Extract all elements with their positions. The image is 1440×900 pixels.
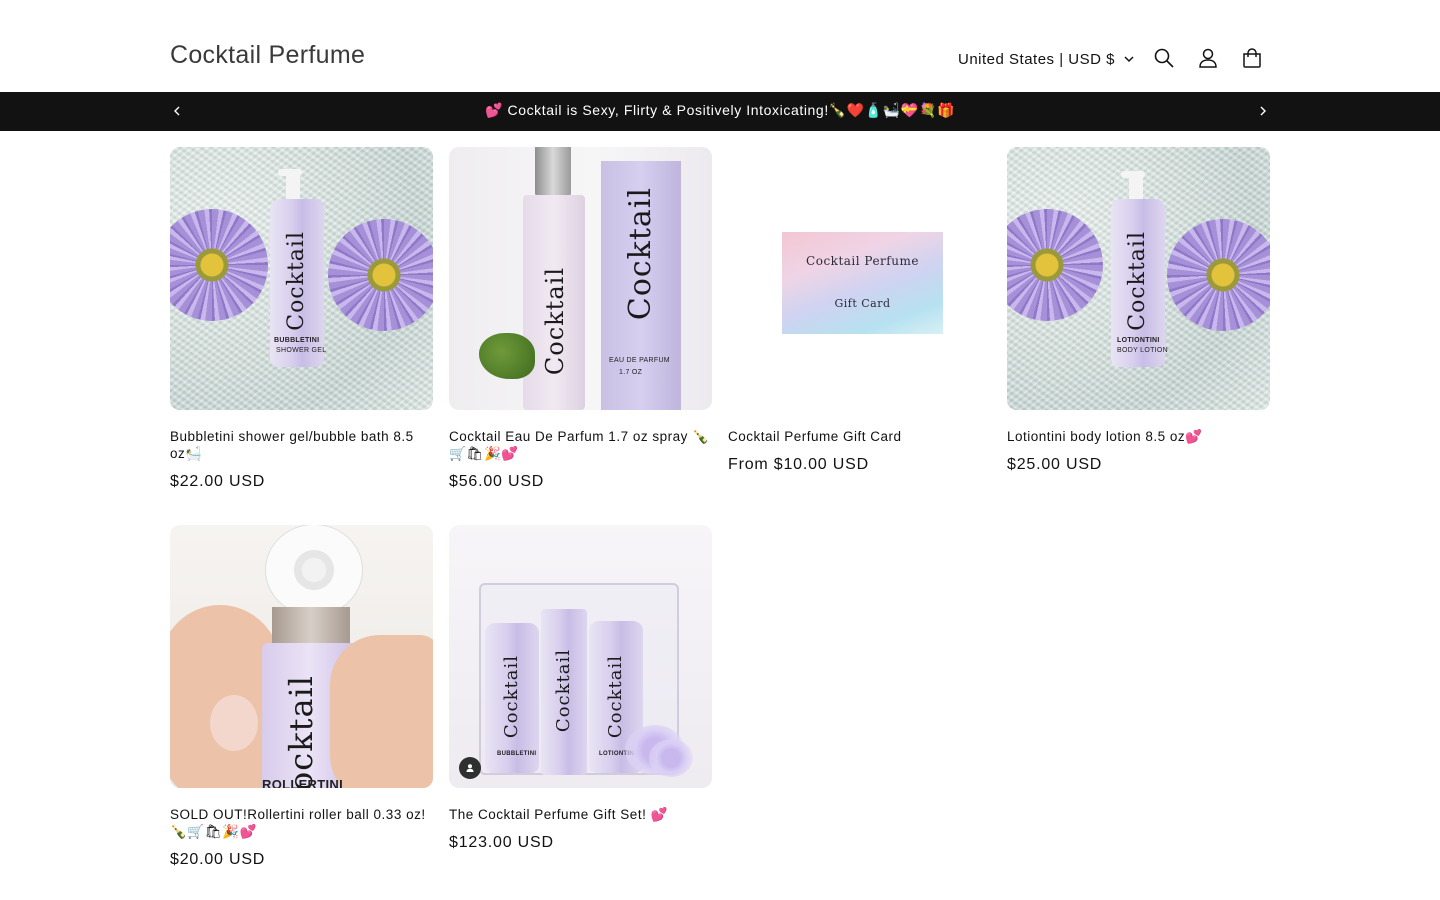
gift-card-image: Cocktail Perfume Gift Card [782, 232, 943, 334]
product-image[interactable]: Cocktail BUBBLETINI SHOWER GEL [170, 147, 433, 410]
announcement-next-button[interactable] [1252, 100, 1274, 122]
product-price: $25.00 USD [1007, 456, 1103, 473]
product-image[interactable]: Cocktail ROLLERTINI [170, 525, 433, 788]
product-card[interactable]: Cocktail LOTIONTINI BODY LOTION Lotionti… [1007, 147, 1270, 474]
country-selector-label: United States | USD $ [958, 50, 1115, 68]
product-card[interactable]: Cocktail Cocktail EAU DE PARFUM 1.7 OZ C… [449, 147, 712, 491]
announcement-text: 💕 Cocktail is Sexy, Flirty & Positively … [484, 102, 956, 118]
product-price: From $10.00 USD [728, 456, 869, 473]
announcement-bar: 💕 Cocktail is Sexy, Flirty & Positively … [0, 92, 1440, 131]
product-image[interactable]: Cocktail Cocktail Cocktail BUBBLETINI LO… [449, 525, 712, 788]
product-card[interactable]: Cocktail ROLLERTINI SOLD OUT!Rollertini … [170, 525, 433, 869]
product-image[interactable]: Cocktail Perfume Gift Card [728, 147, 991, 410]
account-button[interactable] [1186, 36, 1230, 80]
product-card[interactable]: Cocktail BUBBLETINI SHOWER GEL Bubbletin… [170, 147, 433, 491]
cart-icon [1243, 48, 1261, 68]
media-badge [459, 757, 481, 779]
user-icon [466, 764, 474, 772]
product-price: $22.00 USD [170, 473, 266, 490]
country-selector[interactable]: United States | USD $ [958, 48, 1135, 70]
chevron-down-icon [1124, 56, 1134, 63]
product-price: $20.00 USD [170, 851, 266, 868]
product-price: $56.00 USD [449, 473, 545, 490]
product-title[interactable]: Lotiontini body lotion 8.5 oz💕 [1007, 428, 1270, 445]
product-card[interactable]: Cocktail Perfume Gift Card Cocktail Perf… [728, 147, 991, 474]
product-card[interactable]: Cocktail Cocktail Cocktail BUBBLETINI LO… [449, 525, 712, 852]
search-icon [1154, 48, 1174, 68]
product-title[interactable]: SOLD OUT!Rollertini roller ball 0.33 oz!… [170, 806, 433, 840]
search-button[interactable] [1142, 36, 1186, 80]
site-header: Cocktail Perfume United States | USD $ [0, 0, 1440, 92]
product-title[interactable]: Bubbletini shower gel/bubble bath 8.5 oz… [170, 428, 433, 462]
brand-logo[interactable]: Cocktail Perfume [170, 41, 365, 70]
chevron-right-icon [1260, 106, 1266, 116]
product-image[interactable]: Cocktail Cocktail EAU DE PARFUM 1.7 OZ [449, 147, 712, 410]
product-price: $123.00 USD [449, 834, 554, 851]
product-image[interactable]: Cocktail LOTIONTINI BODY LOTION [1007, 147, 1270, 410]
product-title[interactable]: The Cocktail Perfume Gift Set! 💕 [449, 806, 712, 823]
product-title[interactable]: Cocktail Eau De Parfum 1.7 oz spray 🍾🛒🛍🎉… [449, 428, 712, 462]
cart-button[interactable] [1230, 36, 1274, 80]
product-title[interactable]: Cocktail Perfume Gift Card [728, 428, 991, 445]
account-icon [1199, 48, 1217, 68]
